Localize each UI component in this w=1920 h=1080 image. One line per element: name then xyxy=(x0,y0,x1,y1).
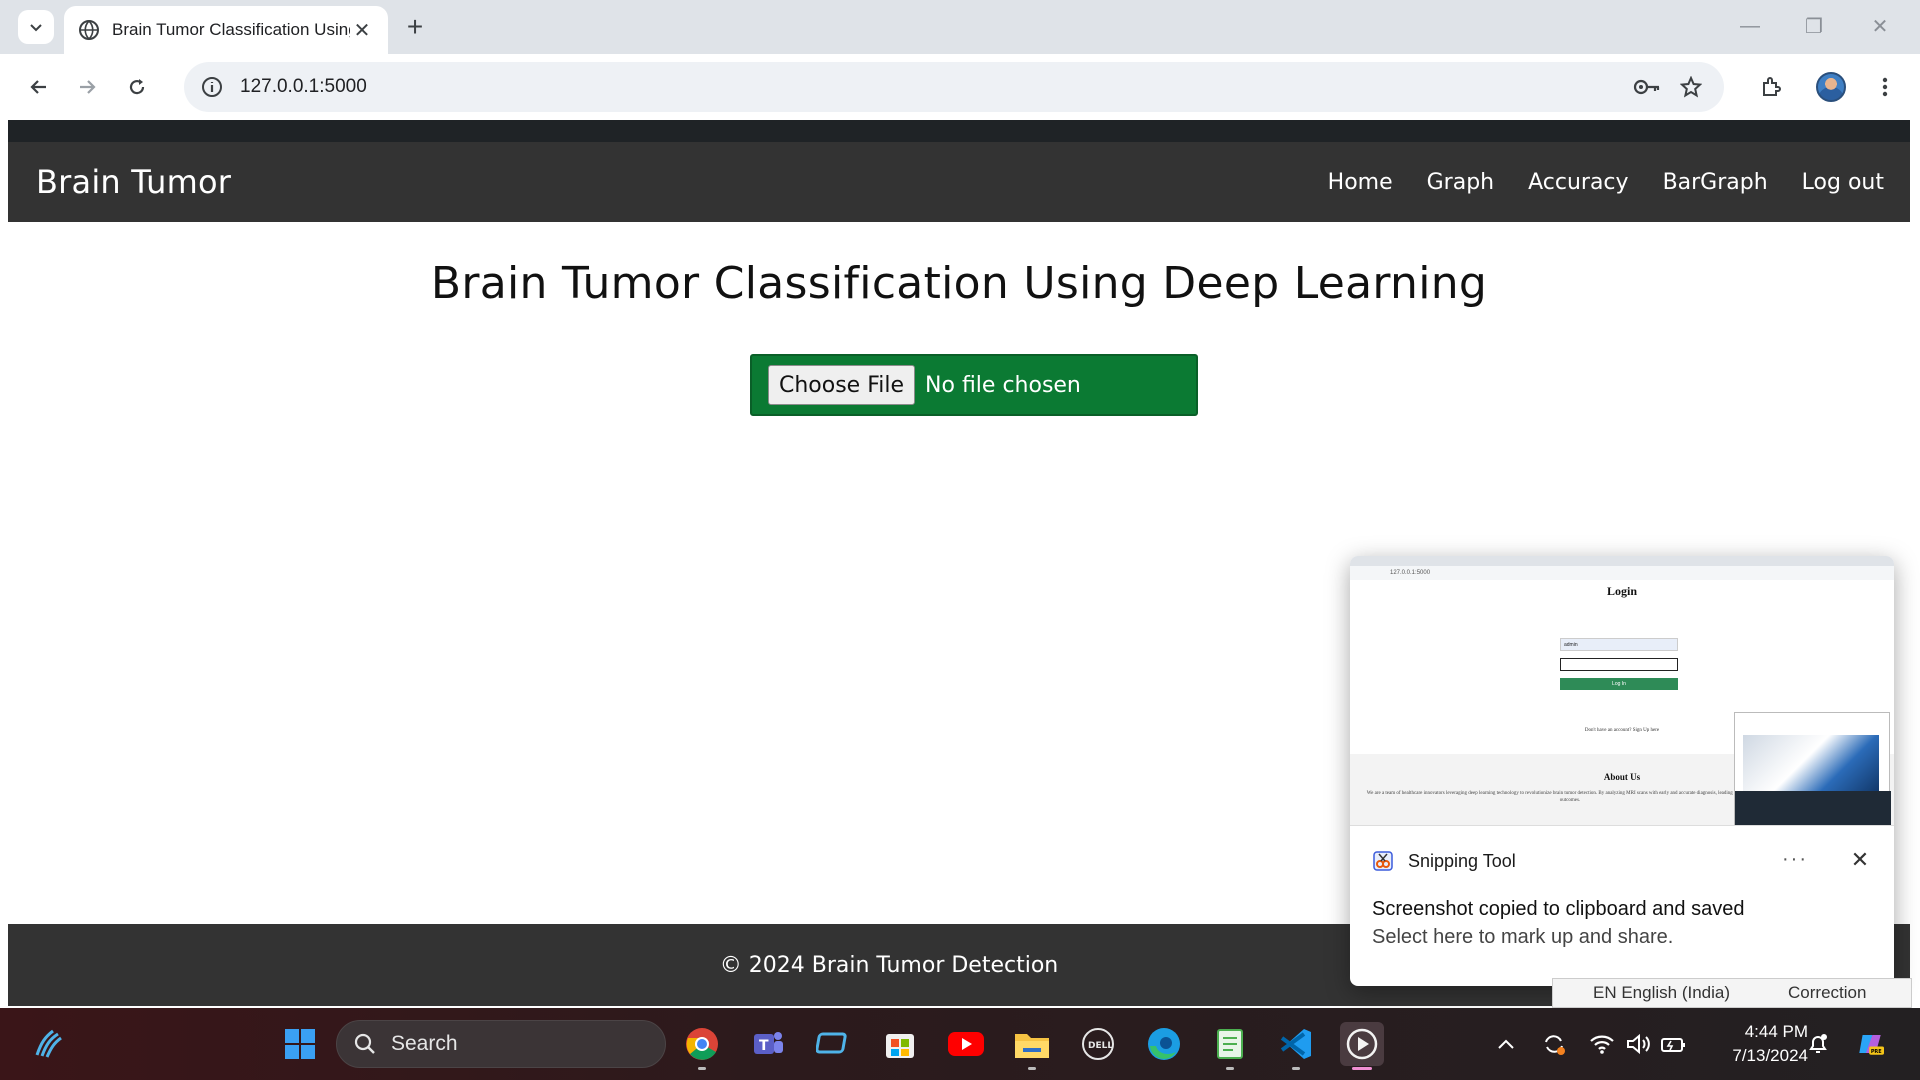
wifi-icon[interactable] xyxy=(1588,1030,1616,1058)
nav-links: Home Graph Accuracy BarGraph Log out xyxy=(1294,142,1884,222)
footer-text: © 2024 Brain Tumor Detection xyxy=(719,952,1059,978)
nav-bargraph-link[interactable]: BarGraph xyxy=(1663,170,1768,195)
arrow-right-icon xyxy=(80,80,96,94)
dell-icon[interactable]: DELL xyxy=(1076,1022,1120,1066)
profile-avatar[interactable] xyxy=(1814,70,1848,104)
password-key-icon[interactable] xyxy=(1630,70,1664,104)
teams-icon[interactable]: T xyxy=(746,1022,790,1066)
vscode-icon[interactable] xyxy=(1274,1022,1318,1070)
notification-header: Snipping Tool xyxy=(1372,846,1516,876)
running-indicator xyxy=(1292,1067,1300,1070)
start-windows-icon[interactable] xyxy=(278,1022,322,1066)
bookmark-star-icon[interactable] xyxy=(1674,70,1708,104)
back-button[interactable] xyxy=(22,70,56,104)
chevron-down-icon xyxy=(30,24,42,32)
file-upload-input[interactable]: Choose File No file chosen xyxy=(750,354,1198,416)
restore-icon[interactable]: ❐ xyxy=(1794,10,1834,42)
svg-text:DELL: DELL xyxy=(1088,1041,1113,1051)
clock-date: 7/13/2024 xyxy=(1732,1046,1808,1065)
tab-search-button[interactable] xyxy=(18,10,54,44)
notepad-icon[interactable] xyxy=(1208,1022,1252,1070)
thumbnail-tabstrip xyxy=(1350,556,1894,566)
copilot-icon[interactable]: PRE xyxy=(1856,1030,1884,1058)
browser-tabstrip: Brain Tumor Classification Using Deep Le… xyxy=(0,0,1920,54)
file-status-text: No file chosen xyxy=(925,372,1081,398)
choose-file-button[interactable]: Choose File xyxy=(768,365,916,405)
url-text: 127.0.0.1:5000 xyxy=(240,76,367,97)
page-title: Brain Tumor Classification Using Deep Le… xyxy=(430,258,1488,309)
search-icon xyxy=(354,1033,375,1054)
clock-time: 4:44 PM xyxy=(1744,1022,1808,1041)
running-indicator xyxy=(1028,1067,1036,1070)
menu-kebab-icon[interactable] xyxy=(1868,70,1902,104)
thumbnail-nested-toast xyxy=(1735,791,1891,825)
snipping-tool-notification[interactable]: 127.0.0.1:5000 Login admin Log In Don't … xyxy=(1350,556,1894,986)
remote-desktop-icon[interactable] xyxy=(812,1022,856,1066)
thumbnail-login-heading: Login xyxy=(1606,584,1637,598)
notification-subtitle: Select here to mark up and share. xyxy=(1372,926,1674,948)
tab-close-icon[interactable]: ✕ xyxy=(350,18,374,42)
nav-home-link[interactable]: Home xyxy=(1328,170,1393,195)
chrome-icon[interactable] xyxy=(680,1022,724,1070)
windows-taskbar: Search T DELL 4:44 PM 7/13/2024 PRE xyxy=(0,1008,1920,1080)
notification-close-icon[interactable]: ✕ xyxy=(1846,846,1874,874)
svg-text:PRE: PRE xyxy=(1871,1049,1882,1055)
close-window-icon[interactable]: ✕ xyxy=(1860,10,1900,42)
youtube-icon[interactable] xyxy=(944,1022,988,1066)
file-explorer-icon[interactable] xyxy=(1010,1022,1054,1070)
sync-icon[interactable] xyxy=(1540,1030,1568,1058)
notification-title: Screenshot copied to clipboard and saved xyxy=(1372,898,1745,920)
nav-accuracy-link[interactable]: Accuracy xyxy=(1528,170,1628,195)
reload-button[interactable] xyxy=(120,70,154,104)
nav-logout-link[interactable]: Log out xyxy=(1802,170,1884,195)
new-tab-button[interactable]: + xyxy=(400,11,430,42)
chevron-up-icon[interactable] xyxy=(1492,1030,1520,1058)
browser-tab[interactable]: Brain Tumor Classification Using Deep Le… xyxy=(64,6,388,54)
site-info-icon[interactable] xyxy=(198,73,226,101)
ime-language: EN English (India) xyxy=(1593,983,1731,1002)
reload-icon xyxy=(129,79,145,95)
arrow-left-icon xyxy=(30,80,46,94)
address-bar[interactable]: 127.0.0.1:5000 xyxy=(184,62,1724,112)
media-player-icon[interactable] xyxy=(1340,1022,1384,1070)
thumbnail-username: admin xyxy=(1560,638,1678,651)
notification-app-name: Snipping Tool xyxy=(1408,850,1516,871)
microsoft-store-icon[interactable] xyxy=(878,1022,922,1066)
running-indicator xyxy=(698,1067,706,1070)
thumbnail-about-text: We are a team of healthcare innovators l… xyxy=(1366,791,1774,803)
running-indicator xyxy=(1226,1067,1234,1070)
browser-toolbar: 127.0.0.1:5000 xyxy=(8,54,1912,120)
thumbnail-login-button: Log In xyxy=(1560,678,1678,690)
thumbnail-url: 127.0.0.1:5000 xyxy=(1350,566,1894,580)
taskbar-search[interactable]: Search xyxy=(336,1020,666,1068)
page-top-strip xyxy=(8,120,1910,142)
widgets-icon[interactable] xyxy=(26,1022,70,1066)
site-navbar: Brain Tumor Home Graph Accuracy BarGraph… xyxy=(8,142,1910,222)
ime-correction[interactable]: Correction xyxy=(1788,983,1866,1003)
forward-button[interactable] xyxy=(70,70,104,104)
minimize-icon[interactable]: — xyxy=(1730,10,1770,42)
edge-icon[interactable] xyxy=(1142,1022,1186,1066)
more-options-icon[interactable]: ··· xyxy=(1782,848,1808,871)
search-label: Search xyxy=(391,1032,458,1055)
thumbnail-password xyxy=(1560,658,1678,671)
avatar xyxy=(1816,72,1846,102)
active-indicator xyxy=(1352,1067,1372,1070)
battery-icon[interactable] xyxy=(1660,1030,1688,1058)
thumbnail-nested-screenshot xyxy=(1734,712,1891,825)
extensions-icon[interactable] xyxy=(1754,70,1788,104)
nav-graph-link[interactable]: Graph xyxy=(1427,170,1494,195)
globe-icon xyxy=(79,20,99,41)
snipping-tool-icon xyxy=(1373,851,1393,871)
system-clock[interactable]: 4:44 PM 7/13/2024 xyxy=(1708,1020,1808,1068)
volume-icon[interactable] xyxy=(1624,1030,1652,1058)
svg-text:T: T xyxy=(759,1038,769,1054)
site-brand[interactable]: Brain Tumor xyxy=(36,142,231,222)
screenshot-thumbnail[interactable]: 127.0.0.1:5000 Login admin Log In Don't … xyxy=(1350,556,1894,826)
thumbnail-mri-image xyxy=(1743,735,1879,791)
ime-language-bar[interactable]: EN English (India) Correction xyxy=(1552,978,1912,1008)
tab-title: Brain Tumor Classification Using Deep Le… xyxy=(112,20,350,39)
notification-bell-icon[interactable] xyxy=(1804,1030,1832,1058)
